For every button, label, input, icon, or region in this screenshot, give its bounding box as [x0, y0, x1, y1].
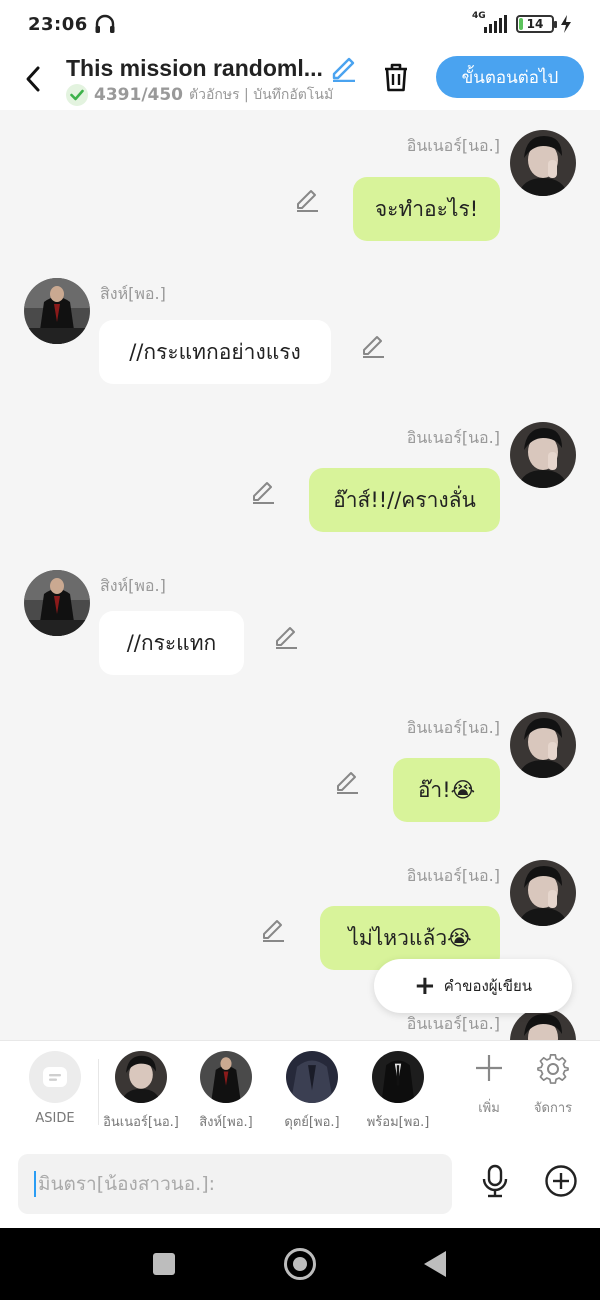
- message-bubble[interactable]: //กระแทกอย่างแรง: [99, 320, 331, 384]
- message-bubble[interactable]: จะทำอะไร!: [353, 177, 500, 241]
- input-placeholder: มินตรา[น้องสาวนอ.]:: [38, 1173, 216, 1195]
- message-input[interactable]: มินตรา[น้องสาวนอ.]:: [18, 1154, 452, 1214]
- title-block[interactable]: This mission randoml... 4391/450 ตัวอักษ…: [66, 53, 366, 106]
- edit-message-icon[interactable]: [334, 768, 360, 794]
- avatar-inner: [115, 1051, 167, 1103]
- back-nav-button[interactable]: [424, 1251, 446, 1277]
- character-singh[interactable]: สิงห์[พอ.]: [186, 1051, 266, 1132]
- edit-title-icon[interactable]: [328, 52, 358, 82]
- edit-message-icon[interactable]: [294, 186, 320, 212]
- gear-icon: [537, 1054, 569, 1084]
- signal-icon: 4G: [472, 11, 510, 35]
- character-label: ดุตย์[พอ.]: [284, 1115, 340, 1130]
- check-icon: [66, 83, 88, 106]
- autosave-label: ตัวอักษร | บันทึกอัตโนมั: [189, 86, 334, 103]
- edit-message-icon[interactable]: [360, 332, 386, 358]
- edit-message-icon[interactable]: [273, 623, 299, 649]
- battery-icon: 14: [516, 15, 557, 33]
- message-bubble[interactable]: //กระแทก: [99, 611, 244, 675]
- plus-icon: +: [413, 971, 436, 1001]
- character-label: พร้อม[พอ.]: [366, 1115, 430, 1130]
- speaker-name: สิงห์[พอ.]: [100, 576, 166, 595]
- network-type: 4G: [472, 11, 486, 21]
- speaker-name: อินเนอร์[นอ.]: [406, 428, 500, 447]
- character-label: ASIDE: [35, 1111, 75, 1126]
- author-note-button[interactable]: + คำของผู้เขียน: [374, 959, 572, 1013]
- back-arrow-icon: [26, 66, 40, 92]
- speaker-name: อินเนอร์[นอ.]: [406, 136, 500, 155]
- divider: [98, 1059, 99, 1125]
- status-bar: 23:06 4G 14: [0, 0, 600, 48]
- microphone-icon[interactable]: [480, 1164, 510, 1198]
- character-dut[interactable]: ดุตย์[พอ.]: [272, 1051, 352, 1132]
- message-bubble[interactable]: อ๊า!😭: [393, 758, 500, 822]
- speaker-name: อินเนอร์[นอ.]: [406, 1014, 500, 1033]
- avatar[interactable]: [24, 278, 90, 344]
- save-status: 4391/450 ตัวอักษร | บันทึกอัตโนมั: [66, 83, 366, 106]
- avatar-inner-image: [510, 422, 576, 488]
- plus-icon: [476, 1055, 502, 1081]
- avatar-singh-image: [24, 570, 90, 636]
- character-count: 4391/450: [94, 84, 184, 105]
- status-time: 23:06: [28, 13, 88, 35]
- charging-icon: [561, 15, 571, 33]
- character-label: สิงห์[พอ.]: [199, 1115, 253, 1130]
- character-inner[interactable]: อินเนอร์[นอ.]: [101, 1051, 181, 1132]
- character-bar: ASIDE อินเนอร์[นอ.] สิงห์[พอ.] ดุตย์[พอ.…: [0, 1040, 600, 1140]
- aside-icon: [29, 1051, 81, 1103]
- character-label: อินเนอร์[นอ.]: [103, 1115, 179, 1130]
- avatar-dut: [286, 1051, 338, 1103]
- edit-message-icon[interactable]: [260, 916, 286, 942]
- manage-characters-button[interactable]: จัดการ: [523, 1053, 583, 1118]
- home-button[interactable]: [284, 1248, 316, 1280]
- avatar[interactable]: [24, 570, 90, 636]
- avatar[interactable]: [510, 422, 576, 488]
- add-circle-icon[interactable]: [544, 1164, 578, 1198]
- app-root: 23:06 4G 14 This mission randoml... 4391…: [0, 0, 600, 1300]
- top-bar: This mission randoml... 4391/450 ตัวอักษ…: [0, 48, 600, 110]
- speaker-name: อินเนอร์[นอ.]: [406, 866, 500, 885]
- message-bubble[interactable]: อ๊าส์!!//ครางลั่น: [309, 468, 500, 532]
- headphones-icon: [95, 14, 115, 33]
- add-character-button[interactable]: เพิ่ม: [459, 1053, 519, 1118]
- system-nav-bar: [0, 1228, 600, 1300]
- status-right: 4G 14: [472, 11, 572, 35]
- text-caret: [34, 1171, 36, 1197]
- avatar-inner-image: [510, 860, 576, 926]
- avatar-inner-image: [510, 130, 576, 196]
- speaker-name: อินเนอร์[นอ.]: [406, 718, 500, 737]
- trash-icon[interactable]: [380, 60, 412, 94]
- chat-area[interactable]: อินเนอร์[นอ.] จะทำอะไร! สิงห์[พอ.] //กระ…: [0, 110, 600, 1040]
- avatar[interactable]: [510, 712, 576, 778]
- speaker-name: สิงห์[พอ.]: [100, 284, 166, 303]
- add-label: เพิ่ม: [478, 1101, 500, 1116]
- recents-button[interactable]: [153, 1253, 175, 1275]
- next-step-button[interactable]: ขั้นตอนต่อไป: [436, 56, 584, 98]
- avatar[interactable]: [510, 860, 576, 926]
- back-button[interactable]: [0, 48, 66, 110]
- input-bar: มินตรา[น้องสาวนอ.]:: [0, 1140, 600, 1228]
- avatar-singh-image: [24, 278, 90, 344]
- battery-level: 14: [526, 17, 544, 31]
- edit-message-icon[interactable]: [250, 478, 276, 504]
- battery-fill: [519, 18, 523, 30]
- avatar-prom: [372, 1051, 424, 1103]
- avatar[interactable]: [510, 130, 576, 196]
- character-aside[interactable]: ASIDE: [15, 1051, 95, 1126]
- avatar-inner-image: [510, 712, 576, 778]
- manage-label: จัดการ: [533, 1101, 573, 1116]
- story-title[interactable]: This mission randoml...: [66, 53, 326, 83]
- avatar-singh: [200, 1051, 252, 1103]
- author-note-label: คำของผู้เขียน: [443, 977, 533, 995]
- character-prom[interactable]: พร้อม[พอ.]: [358, 1051, 438, 1132]
